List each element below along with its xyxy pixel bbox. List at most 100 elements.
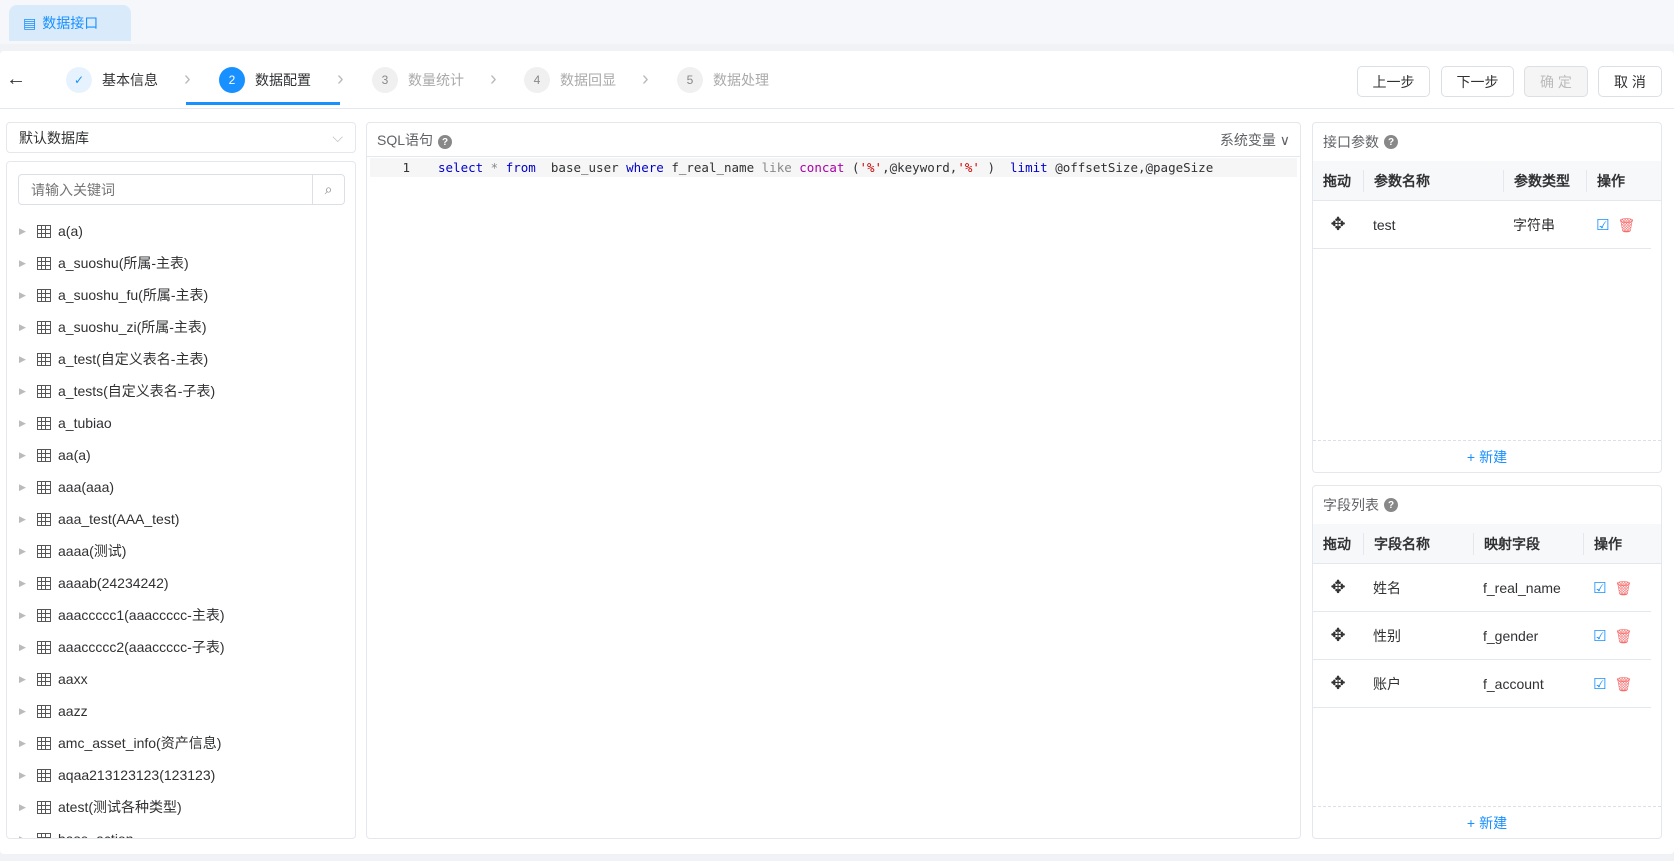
tree-item[interactable]: ▶ a_suoshu_zi(所属-主表) bbox=[7, 311, 207, 343]
caret-right-icon[interactable]: ▶ bbox=[19, 610, 27, 621]
drag-handle-icon[interactable]: ✥ bbox=[1313, 625, 1363, 646]
cancel-button[interactable]: 取 消 bbox=[1598, 66, 1662, 97]
table-icon bbox=[37, 256, 51, 270]
caret-right-icon[interactable]: ▶ bbox=[19, 482, 27, 493]
tree-item[interactable]: ▶ aaaccccc2(aaaccccc-子表) bbox=[7, 631, 225, 663]
tree-item[interactable]: ▶ amc_asset_info(资产信息) bbox=[7, 727, 221, 759]
col-actions: 操作 bbox=[1583, 532, 1653, 555]
caret-right-icon[interactable]: ▶ bbox=[19, 706, 27, 717]
col-drag: 拖动 bbox=[1323, 172, 1351, 189]
caret-right-icon[interactable]: ▶ bbox=[19, 322, 27, 333]
caret-right-icon[interactable]: ▶ bbox=[19, 290, 27, 301]
sql-code[interactable]: select * from base_user where f_real_nam… bbox=[438, 160, 1213, 175]
tree-item[interactable]: ▶ base_action bbox=[7, 823, 134, 839]
tree-item-label: a(a) bbox=[58, 223, 83, 239]
edit-icon[interactable]: ☑ bbox=[1593, 676, 1606, 693]
caret-right-icon[interactable]: ▶ bbox=[19, 514, 27, 525]
drag-handle-icon[interactable]: ✥ bbox=[1313, 577, 1363, 598]
step-5[interactable]: 5 数据处理 bbox=[677, 67, 769, 93]
back-arrow-icon[interactable]: ← bbox=[6, 68, 26, 91]
sql-token: '%' bbox=[957, 160, 980, 175]
confirm-button[interactable]: 确 定 bbox=[1524, 66, 1588, 97]
col-param-type: 参数类型 bbox=[1503, 169, 1586, 192]
caret-right-icon[interactable]: ▶ bbox=[19, 674, 27, 685]
prev-button[interactable]: 上一步 bbox=[1357, 66, 1430, 97]
tree-item[interactable]: ▶ a_tests(自定义表名-子表) bbox=[7, 375, 215, 407]
tree-item-label: a_tests(自定义表名-子表) bbox=[58, 383, 216, 399]
caret-right-icon[interactable]: ▶ bbox=[19, 802, 27, 813]
system-variables-dropdown[interactable]: 系统变量 ∨ bbox=[1220, 130, 1290, 150]
step-2[interactable]: 2 数据配置 bbox=[219, 67, 311, 93]
table-icon bbox=[37, 480, 51, 494]
caret-right-icon[interactable]: ▶ bbox=[19, 450, 27, 461]
add-field-button[interactable]: + 新建 bbox=[1313, 806, 1661, 838]
add-param-button[interactable]: + 新建 bbox=[1313, 440, 1661, 472]
step-3[interactable]: 3 数量统计 bbox=[372, 67, 464, 93]
caret-right-icon[interactable]: ▶ bbox=[19, 546, 27, 557]
delete-icon[interactable]: 🗑 bbox=[1617, 217, 1635, 233]
params-title: 接口参数 bbox=[1323, 134, 1379, 150]
tree-item[interactable]: ▶ a_suoshu_fu(所属-主表) bbox=[7, 279, 208, 311]
tree-item[interactable]: ▶ aaaa(测试) bbox=[7, 535, 126, 567]
table-icon bbox=[37, 704, 51, 718]
step-1[interactable]: ✓ 基本信息 bbox=[66, 67, 158, 93]
search-input[interactable] bbox=[19, 175, 312, 204]
tree-item[interactable]: ▶ aazz bbox=[7, 695, 88, 727]
tree-item[interactable]: ▶ a(a) bbox=[7, 215, 83, 247]
field-name: 账户 bbox=[1373, 675, 1401, 692]
caret-right-icon[interactable]: ▶ bbox=[19, 258, 27, 269]
tree-item[interactable]: ▶ aqaa213123123(123123) bbox=[7, 759, 215, 791]
edit-icon[interactable]: ☑ bbox=[1593, 580, 1606, 597]
caret-right-icon[interactable]: ▶ bbox=[19, 386, 27, 397]
caret-right-icon[interactable]: ▶ bbox=[19, 226, 27, 237]
caret-right-icon[interactable]: ▶ bbox=[19, 738, 27, 749]
tree-item-label: aaaa(测试) bbox=[58, 543, 127, 559]
drag-handle-icon[interactable]: ✥ bbox=[1313, 214, 1363, 235]
chevron-right-icon: › bbox=[490, 68, 497, 90]
step-4[interactable]: 4 数据回显 bbox=[524, 67, 616, 93]
sql-title: SQL语句 bbox=[377, 131, 434, 148]
database-icon: ▤ bbox=[23, 14, 37, 31]
field-name: 姓名 bbox=[1373, 579, 1401, 596]
caret-right-icon[interactable]: ▶ bbox=[19, 834, 27, 839]
tab-data-interface[interactable]: ▤ 数据接口 bbox=[9, 5, 131, 41]
sql-token: ,@keyword, bbox=[882, 160, 958, 175]
table-icon bbox=[37, 576, 51, 590]
delete-icon[interactable]: 🗑 bbox=[1614, 676, 1632, 692]
drag-handle-icon[interactable]: ✥ bbox=[1313, 673, 1363, 694]
search-icon[interactable]: ⌕ bbox=[312, 175, 344, 204]
tree-item[interactable]: ▶ atest(测试各种类型) bbox=[7, 791, 182, 823]
fields-title: 字段列表 bbox=[1323, 497, 1379, 513]
table-icon bbox=[37, 512, 51, 526]
next-button[interactable]: 下一步 bbox=[1441, 66, 1514, 97]
params-table-header: 拖动 参数名称 参数类型 操作 bbox=[1313, 161, 1661, 201]
tree-item[interactable]: ▶ aaaab(24234242) bbox=[7, 567, 169, 599]
delete-icon[interactable]: 🗑 bbox=[1614, 580, 1632, 596]
help-icon[interactable]: ? bbox=[1384, 498, 1398, 512]
tree-item[interactable]: ▶ aa(a) bbox=[7, 439, 91, 471]
database-select[interactable]: 默认数据库 ⌵ bbox=[6, 122, 356, 153]
tree-item[interactable]: ▶ a_suoshu(所属-主表) bbox=[7, 247, 189, 279]
tree-search: ⌕ bbox=[18, 174, 345, 205]
caret-right-icon[interactable]: ▶ bbox=[19, 418, 27, 429]
caret-right-icon[interactable]: ▶ bbox=[19, 354, 27, 365]
tree-item[interactable]: ▶ aaxx bbox=[7, 663, 88, 695]
tree-item[interactable]: ▶ a_tubiao bbox=[7, 407, 112, 439]
caret-right-icon[interactable]: ▶ bbox=[19, 770, 27, 781]
help-icon[interactable]: ? bbox=[438, 135, 453, 149]
tree-item[interactable]: ▶ aaa_test(AAA_test) bbox=[7, 503, 179, 535]
help-icon[interactable]: ? bbox=[1384, 135, 1398, 149]
delete-icon[interactable]: 🗑 bbox=[1614, 628, 1632, 644]
tree-item-label: aaaab(24234242) bbox=[58, 575, 169, 591]
table-icon bbox=[37, 288, 51, 302]
tree-item[interactable]: ▶ a_test(自定义表名-主表) bbox=[7, 343, 208, 375]
caret-right-icon[interactable]: ▶ bbox=[19, 642, 27, 653]
tree-item[interactable]: ▶ aaa(aaa) bbox=[7, 471, 114, 503]
edit-icon[interactable]: ☑ bbox=[1593, 628, 1606, 645]
sql-token: limit bbox=[1010, 160, 1048, 175]
table-icon bbox=[37, 608, 51, 622]
code-line[interactable]: 1 select * from base_user where f_real_na… bbox=[370, 158, 1297, 177]
tree-item[interactable]: ▶ aaaccccc1(aaaccccc-主表) bbox=[7, 599, 225, 631]
caret-right-icon[interactable]: ▶ bbox=[19, 578, 27, 589]
edit-icon[interactable]: ☑ bbox=[1596, 217, 1609, 234]
